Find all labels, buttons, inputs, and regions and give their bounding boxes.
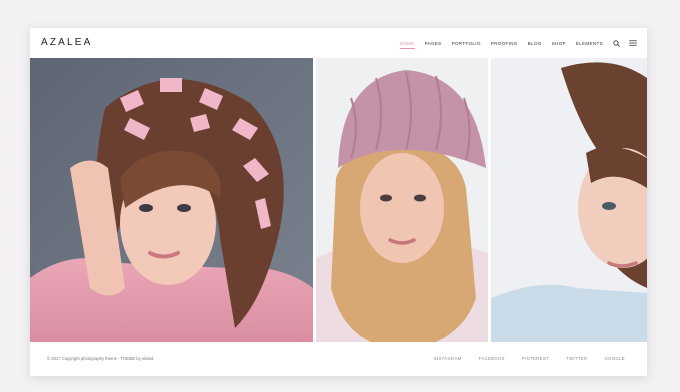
nav-proofing[interactable]: PROOFING: [491, 41, 518, 46]
site-logo[interactable]: AZALEA: [41, 37, 93, 48]
portrait-in-blue-shirt[interactable]: [491, 58, 647, 342]
portrait-with-knit-beanie[interactable]: [316, 58, 488, 342]
site-header: AZALEA HOME PAGES PORTFOLIO PROOFING BLO…: [30, 28, 647, 58]
nav-blog[interactable]: BLOG: [528, 41, 542, 46]
social-facebook[interactable]: FACEBOOK: [479, 356, 505, 361]
nav-elements[interactable]: ELEMENTS: [576, 41, 603, 46]
photo-gallery: [30, 58, 647, 342]
social-google[interactable]: GOOGLE: [604, 356, 625, 361]
portrait-with-pink-ribbons[interactable]: [30, 58, 313, 342]
nav-pages[interactable]: PAGES: [425, 41, 442, 46]
social-pinterest[interactable]: PINTEREST: [522, 356, 549, 361]
nav-portfolio[interactable]: PORTFOLIO: [452, 41, 481, 46]
nav-home[interactable]: HOME: [399, 41, 415, 49]
social-links: INSTAGRAM FACEBOOK PINTEREST TWITTER GOO…: [416, 356, 625, 361]
search-icon[interactable]: [612, 39, 620, 47]
menu-icon[interactable]: [629, 39, 637, 47]
social-instagram[interactable]: INSTAGRAM: [433, 356, 461, 361]
website-frame: AZALEA HOME PAGES PORTFOLIO PROOFING BLO…: [30, 28, 647, 376]
site-footer: © 2017 Copyright photography theme - THE…: [30, 342, 647, 376]
nav-shop[interactable]: SHOP: [552, 41, 566, 46]
social-twitter[interactable]: TWITTER: [566, 356, 587, 361]
main-nav: HOME PAGES PORTFOLIO PROOFING BLOG SHOP …: [390, 28, 637, 58]
copyright-text: © 2017 Copyright photography theme - THE…: [47, 356, 154, 361]
